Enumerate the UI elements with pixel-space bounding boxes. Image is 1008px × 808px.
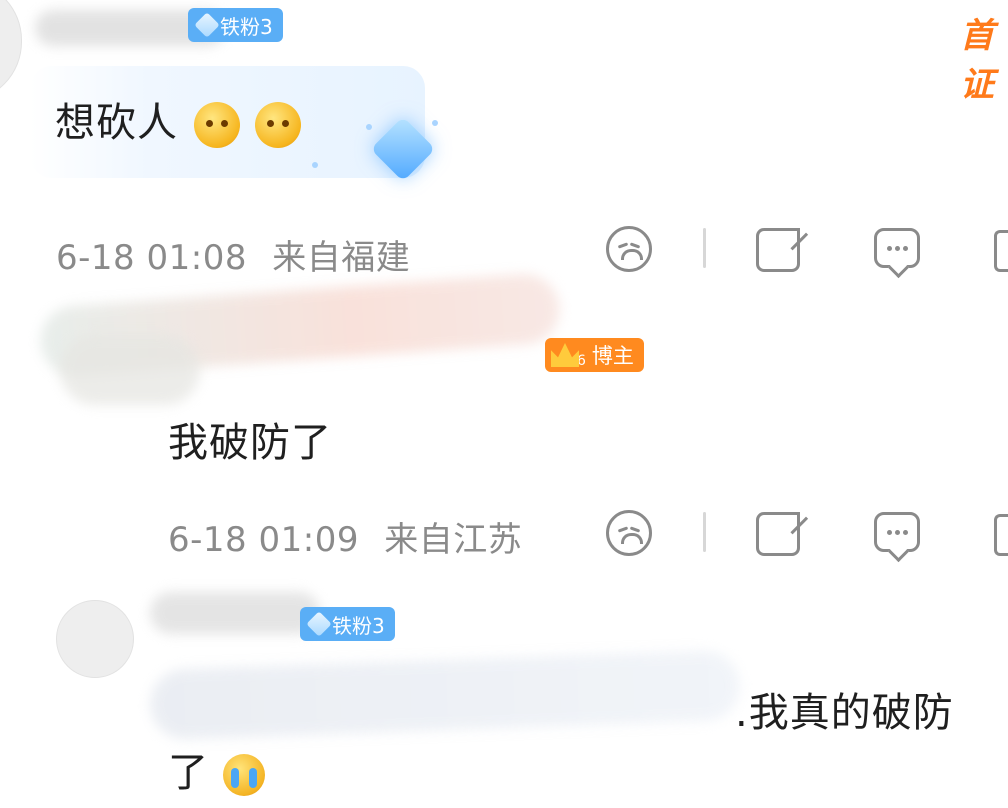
divider	[703, 512, 706, 552]
blogger-badge: 6 博主	[545, 338, 644, 372]
drool-emoji-icon	[255, 102, 302, 148]
share-icon[interactable]	[756, 225, 803, 272]
comment-text-line2: 了	[168, 740, 265, 798]
fan-badge-label: 铁粉3	[220, 14, 273, 39]
avatar-redacted	[60, 335, 200, 405]
diamond-icon	[194, 12, 220, 38]
drool-emoji-icon	[193, 102, 240, 148]
sad-face-icon[interactable]	[606, 510, 652, 556]
crown-icon	[551, 343, 579, 367]
blogger-badge-label: 博主	[591, 344, 634, 368]
avatar[interactable]	[56, 600, 134, 678]
fan-badge: 铁粉3	[188, 8, 283, 42]
comment-icon[interactable]	[874, 228, 920, 268]
share-icon[interactable]	[756, 509, 803, 556]
fan-badge: 铁粉3	[300, 607, 395, 641]
like-icon[interactable]	[994, 230, 1008, 272]
comment-icon[interactable]	[874, 512, 920, 552]
timestamp: 6-18 01:08	[56, 238, 247, 278]
content-redacted	[148, 649, 742, 741]
sparkle-icon	[432, 120, 438, 126]
username-redacted	[150, 592, 320, 634]
timestamp: 6-18 01:09	[168, 520, 359, 560]
comment-text: .我真的破防	[735, 690, 954, 736]
fan-badge-label: 铁粉3	[332, 613, 385, 638]
sparkle-icon	[366, 124, 372, 130]
crying-emoji-icon	[222, 754, 265, 796]
like-icon[interactable]	[994, 514, 1008, 556]
brand-label: 首证	[960, 16, 994, 105]
comment-meta: 6-18 01:09 来自江苏	[168, 512, 522, 561]
avatar[interactable]	[0, 0, 22, 102]
sparkle-icon	[312, 162, 318, 168]
comment-meta: 6-18 01:08 来自福建	[56, 230, 410, 279]
location: 来自江苏	[384, 520, 523, 560]
divider	[703, 228, 706, 268]
comment-text: 我破防了	[168, 420, 332, 466]
diamond-icon	[306, 611, 332, 637]
sad-face-icon[interactable]	[606, 226, 652, 272]
location: 来自福建	[272, 238, 411, 278]
comment-text: 想砍人	[55, 90, 302, 148]
